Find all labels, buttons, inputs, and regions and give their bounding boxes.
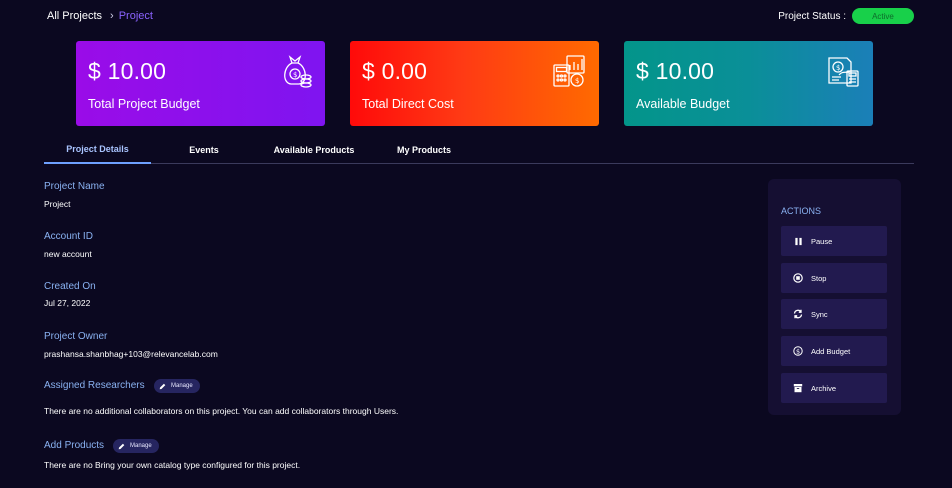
account-id-value: new account: [44, 249, 92, 259]
card-label: Total Direct Cost: [362, 97, 454, 111]
products-empty-text: There are no Bring your own catalog type…: [44, 460, 301, 470]
svg-text:$: $: [796, 348, 800, 356]
money-bag-icon: $: [284, 55, 312, 88]
chevron-right-icon: ›: [110, 10, 114, 22]
project-status: Project Status : Active: [778, 8, 914, 24]
tab-my-products[interactable]: My Products: [394, 136, 454, 163]
stop-button[interactable]: Stop: [781, 263, 887, 293]
stop-icon: [793, 273, 803, 283]
total-project-budget-card: $ 10.00 Total Project Budget $: [76, 41, 325, 126]
manage-products-button[interactable]: Manage: [113, 439, 159, 453]
created-on-label: Created On: [44, 281, 96, 292]
manage-researchers-button[interactable]: Manage: [154, 379, 200, 393]
archive-label: Archive: [811, 383, 837, 393]
tab-events[interactable]: Events: [184, 136, 224, 163]
card-value: $ 10.00: [88, 58, 167, 84]
project-status-label: Project Status :: [778, 10, 846, 22]
project-name-label: Project Name: [44, 181, 105, 192]
archive-button[interactable]: Archive: [781, 373, 887, 403]
project-name-value: Project: [44, 199, 71, 209]
calculator-chart-icon: $: [553, 55, 585, 87]
svg-text:$: $: [575, 77, 579, 85]
breadcrumb: All Projects › Project: [47, 10, 153, 22]
add-budget-button[interactable]: $ Add Budget: [781, 336, 887, 366]
archive-icon: [793, 383, 803, 393]
svg-text:$: $: [293, 71, 297, 79]
manage-label: Manage: [130, 443, 152, 449]
breadcrumb-all-projects-link[interactable]: All Projects: [47, 10, 102, 22]
account-id-label: Account ID: [44, 231, 93, 242]
budget-report-icon: $: [828, 57, 859, 87]
sync-button[interactable]: Sync: [781, 299, 887, 329]
pencil-icon: [118, 443, 125, 449]
pause-icon: [793, 236, 803, 246]
total-direct-cost-card: $ 0.00 Total Direct Cost $: [350, 41, 599, 126]
dollar-coin-icon: $: [793, 346, 803, 356]
tab-project-details[interactable]: Project Details: [44, 136, 151, 164]
card-label: Available Budget: [636, 97, 730, 111]
tab-available-products[interactable]: Available Products: [270, 136, 358, 163]
sync-label: Sync: [811, 309, 828, 319]
card-label: Total Project Budget: [88, 97, 200, 111]
created-on-value: Jul 27, 2022: [44, 298, 91, 308]
card-value: $ 0.00: [362, 58, 428, 84]
project-owner-label: Project Owner: [44, 331, 108, 342]
researchers-empty-text: There are no additional collaborators on…: [44, 406, 399, 416]
available-budget-card: $ 10.00 Available Budget $: [624, 41, 873, 126]
pause-label: Pause: [811, 236, 833, 246]
pause-button[interactable]: Pause: [781, 226, 887, 256]
breadcrumb-current: Project: [118, 10, 153, 22]
actions-panel: ACTIONS Pause Stop Sync $ Add Budget Arc…: [768, 179, 901, 415]
sync-icon: [793, 309, 803, 319]
stop-label: Stop: [811, 273, 827, 283]
pencil-icon: [159, 383, 166, 389]
actions-title: ACTIONS: [781, 206, 822, 216]
add-products-label: Add Products: [44, 440, 105, 451]
project-owner-value: prashansa.shanbhag+103@relevancelab.com: [44, 349, 218, 359]
assigned-researchers-label: Assigned Researchers: [44, 380, 145, 391]
tab-bar: Project Details Events Available Product…: [44, 136, 914, 164]
card-value: $ 10.00: [636, 58, 715, 84]
add-budget-label: Add Budget: [811, 346, 851, 356]
status-badge: Active: [852, 8, 914, 24]
top-bar: All Projects › Project Project Status : …: [47, 8, 914, 24]
svg-text:$: $: [836, 64, 840, 72]
manage-label: Manage: [171, 383, 193, 389]
